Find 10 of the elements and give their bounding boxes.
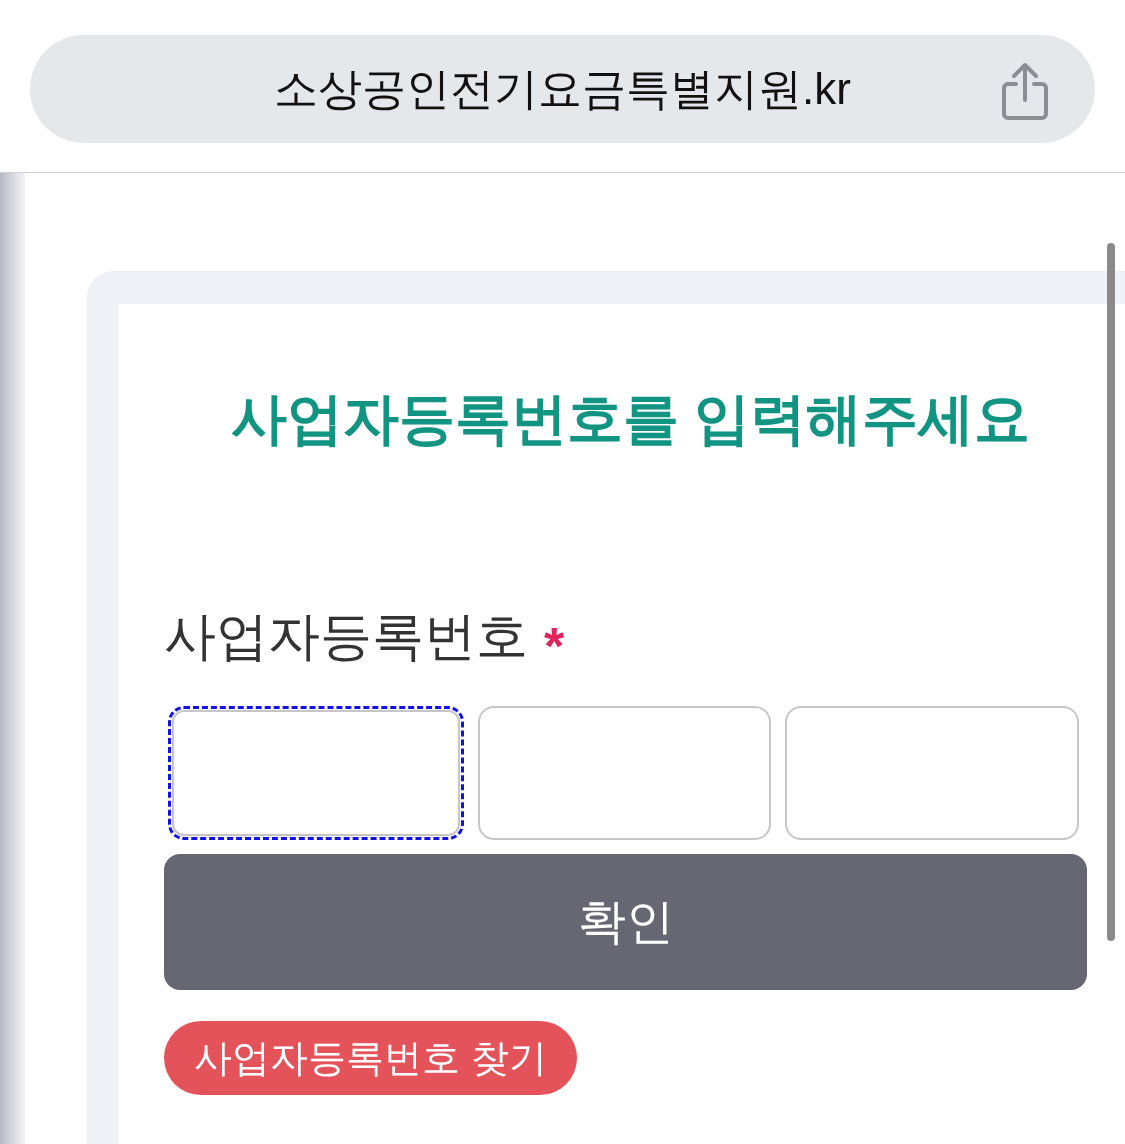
find-number-button[interactable]: 사업자등록번호 찾기: [164, 1021, 577, 1095]
input-field[interactable]: [168, 706, 464, 840]
address-bar[interactable]: 소상공인전기요금특별지원.kr: [30, 35, 1095, 143]
url-text: 소상공인전기요금특별지원.kr: [274, 62, 851, 115]
confirm-button[interactable]: 확인: [164, 854, 1087, 990]
field-label: 사업자등록번호: [164, 606, 528, 667]
share-icon[interactable]: [1000, 62, 1050, 122]
required-mark: *: [544, 616, 565, 676]
scrollbar[interactable]: [1107, 243, 1115, 941]
form-title: 사업자등록번호를 입력해주세요: [229, 386, 1032, 452]
